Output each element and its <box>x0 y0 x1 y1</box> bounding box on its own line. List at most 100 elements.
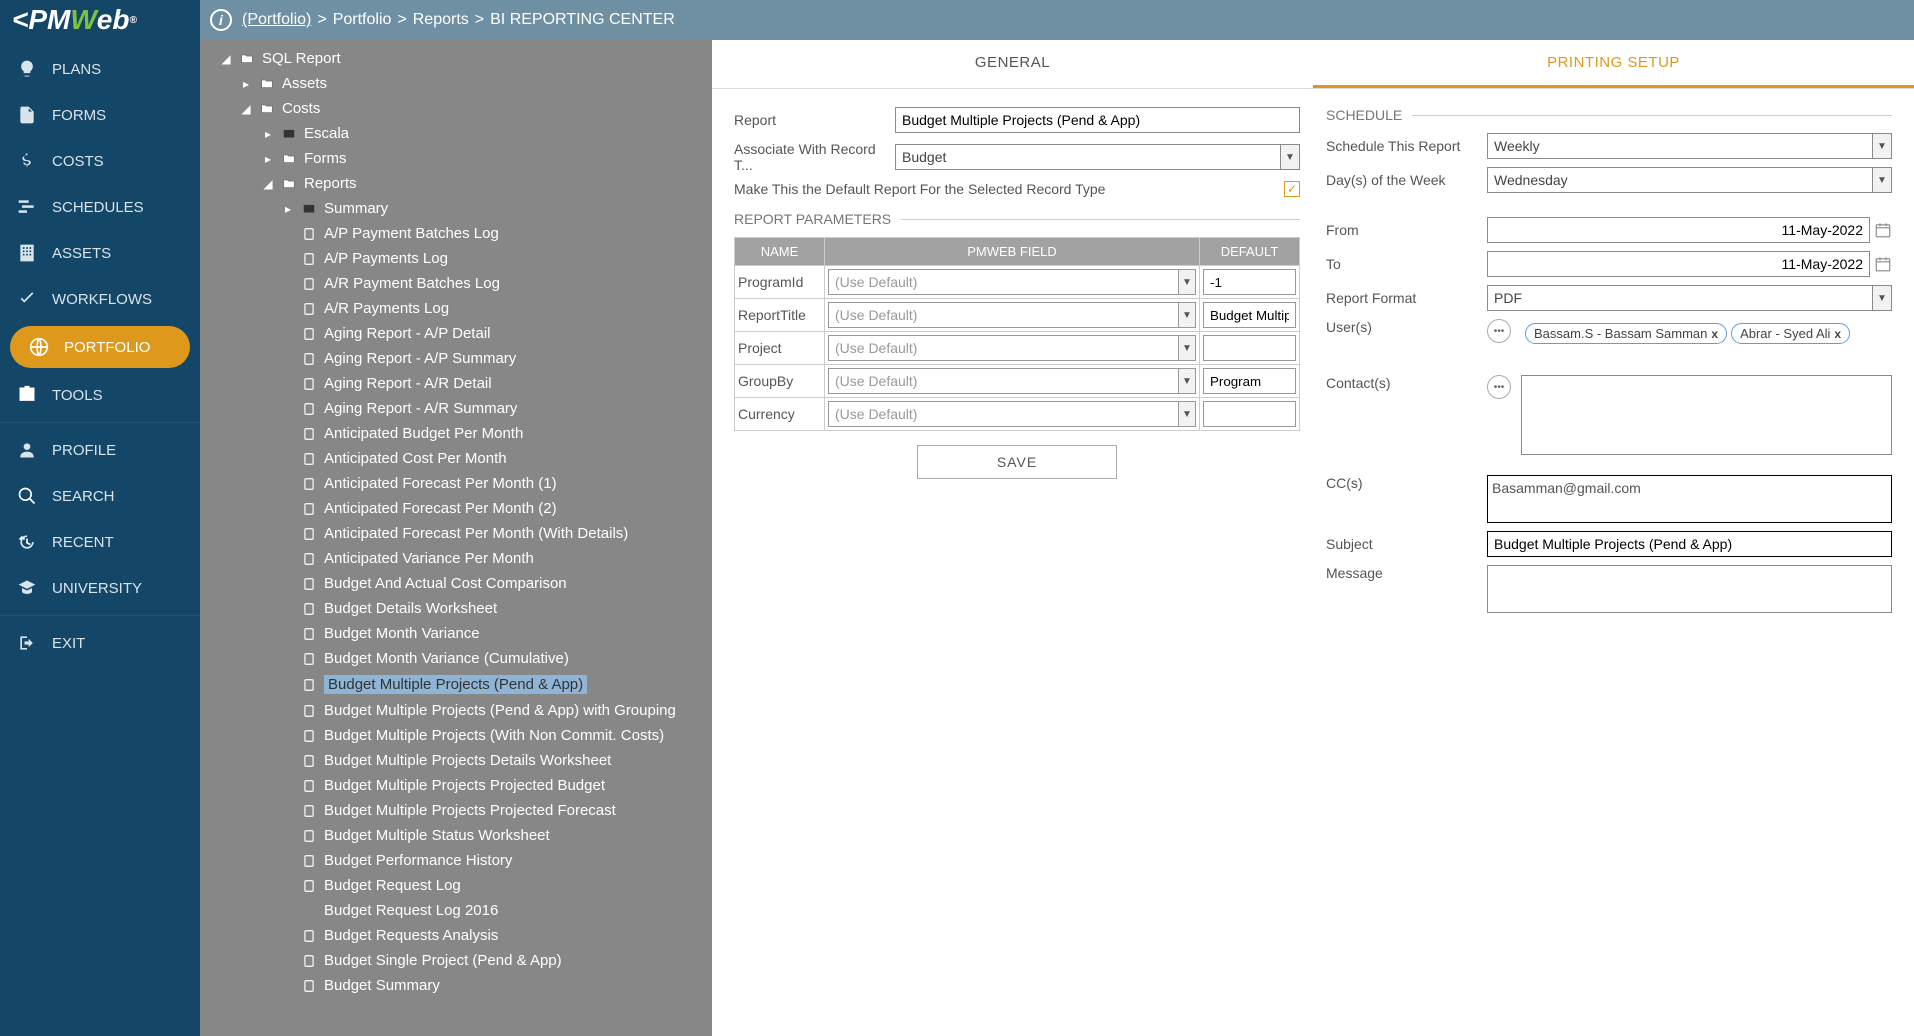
info-icon[interactable]: i <box>210 9 232 31</box>
expand-icon[interactable]: ▸ <box>262 152 274 166</box>
breadcrumb-part[interactable]: Portfolio <box>333 11 392 29</box>
tree-report-item[interactable]: Aging Report - A/P Detail <box>200 321 712 346</box>
collapse-icon[interactable]: ◢ <box>262 177 274 191</box>
history-icon <box>16 531 38 553</box>
tab-printing-setup[interactable]: PRINTING SETUP <box>1313 40 1914 88</box>
param-field-select[interactable]: (Use Default)▼ <box>828 302 1196 328</box>
user-chip: Abrar - Syed Ali x <box>1731 323 1850 344</box>
days-select[interactable]: Wednesday ▼ <box>1487 167 1892 193</box>
users-picker-button[interactable]: ••• <box>1487 319 1511 343</box>
param-default-input[interactable] <box>1203 335 1296 361</box>
tree-node-costs[interactable]: ◢ Costs <box>200 96 712 121</box>
tree-report-item[interactable]: Budget And Actual Cost Comparison <box>200 571 712 596</box>
nav-search[interactable]: SEARCH <box>0 473 200 519</box>
collapse-icon[interactable]: ◢ <box>220 52 232 66</box>
breadcrumb-part[interactable]: Reports <box>413 11 469 29</box>
tree-node-assets[interactable]: ▸ Assets <box>200 71 712 96</box>
tree-report-item[interactable]: Aging Report - A/R Detail <box>200 371 712 396</box>
tree-report-item[interactable]: Anticipated Forecast Per Month (2) <box>200 496 712 521</box>
chip-remove-icon[interactable]: x <box>1711 327 1718 341</box>
tree-report-item[interactable]: A/R Payments Log <box>200 296 712 321</box>
param-field-select[interactable]: (Use Default)▼ <box>828 401 1196 427</box>
expand-icon[interactable]: ▸ <box>240 77 252 91</box>
expand-icon[interactable]: ▸ <box>282 202 294 216</box>
default-checkbox[interactable]: ✓ <box>1284 181 1300 197</box>
collapse-icon[interactable]: ◢ <box>240 102 252 116</box>
param-field-select[interactable]: (Use Default)▼ <box>828 368 1196 394</box>
tree-node-escala[interactable]: ▸ Escala <box>200 121 712 146</box>
tree-report-item[interactable]: Budget Request Log <box>200 873 712 898</box>
param-field-select[interactable]: (Use Default)▼ <box>828 335 1196 361</box>
nav-assets[interactable]: ASSETS <box>0 230 200 276</box>
tree-report-item[interactable]: Budget Multiple Projects Projected Forec… <box>200 798 712 823</box>
contacts-box[interactable] <box>1521 375 1892 455</box>
nav-workflows[interactable]: WORKFLOWS <box>0 276 200 322</box>
tree-report-item[interactable]: Aging Report - A/R Summary <box>200 396 712 421</box>
tree-report-item[interactable]: A/P Payments Log <box>200 246 712 271</box>
expand-icon[interactable]: ▸ <box>262 127 274 141</box>
tree-node-reports[interactable]: ◢ Reports <box>200 171 712 196</box>
nav-profile[interactable]: PROFILE <box>0 427 200 473</box>
report-icon <box>300 402 318 416</box>
associate-select[interactable]: Budget ▼ <box>895 144 1300 170</box>
nav-portfolio[interactable]: PORTFOLIO <box>10 326 190 368</box>
nav-plans[interactable]: PLANS <box>0 46 200 92</box>
schedule-report-select[interactable]: Weekly ▼ <box>1487 133 1892 159</box>
tree-report-item[interactable]: Anticipated Forecast Per Month (1) <box>200 471 712 496</box>
tree-report-item[interactable]: Budget Multiple Projects (With Non Commi… <box>200 723 712 748</box>
tree-panel[interactable]: ◢ SQL Report ▸ Assets ◢ Costs ▸ Escala ▸ <box>200 40 712 1036</box>
tree-report-item[interactable]: Budget Details Worksheet <box>200 596 712 621</box>
tree-node-summary[interactable]: ▸ Summary <box>200 196 712 221</box>
tree-report-item[interactable]: Budget Month Variance <box>200 621 712 646</box>
contacts-picker-button[interactable]: ••• <box>1487 375 1511 399</box>
tree-report-item[interactable]: Budget Multiple Projects (Pend & App) wi… <box>200 698 712 723</box>
subject-input[interactable] <box>1487 531 1892 557</box>
tree-report-item[interactable]: Aging Report - A/P Summary <box>200 346 712 371</box>
report-input[interactable] <box>895 107 1300 133</box>
tree-node-forms[interactable]: ▸ Forms <box>200 146 712 171</box>
nav-label: PLANS <box>52 61 101 78</box>
save-button[interactable]: SAVE <box>917 445 1117 479</box>
tree-report-item[interactable]: Anticipated Cost Per Month <box>200 446 712 471</box>
nav-tools[interactable]: TOOLS <box>0 372 200 418</box>
from-date-input[interactable] <box>1487 217 1870 243</box>
to-date-input[interactable] <box>1487 251 1870 277</box>
param-default-input[interactable] <box>1203 368 1296 394</box>
tree-report-item[interactable]: Anticipated Variance Per Month <box>200 546 712 571</box>
nav-divider <box>0 615 200 616</box>
tree-report-item[interactable]: Budget Multiple Status Worksheet <box>200 823 712 848</box>
tree-report-item[interactable]: Anticipated Forecast Per Month (With Det… <box>200 521 712 546</box>
param-default-input[interactable] <box>1203 269 1296 295</box>
cc-input[interactable]: Basamman@gmail.com <box>1487 475 1892 523</box>
tree-report-item[interactable]: A/P Payment Batches Log <box>200 221 712 246</box>
tree-report-item[interactable]: Budget Request Log 2016 <box>200 898 712 923</box>
nav-forms[interactable]: FORMS <box>0 92 200 138</box>
chip-remove-icon[interactable]: x <box>1834 327 1841 341</box>
tree-report-item[interactable]: Budget Multiple Projects Projected Budge… <box>200 773 712 798</box>
nav-recent[interactable]: RECENT <box>0 519 200 565</box>
tab-general[interactable]: GENERAL <box>712 40 1313 88</box>
message-input[interactable] <box>1487 565 1892 613</box>
tree-report-item[interactable]: Budget Single Project (Pend & App) <box>200 948 712 973</box>
nav-schedules[interactable]: SCHEDULES <box>0 184 200 230</box>
tree-report-item[interactable]: Budget Multiple Projects Details Workshe… <box>200 748 712 773</box>
param-field-select[interactable]: (Use Default)▼ <box>828 269 1196 295</box>
tree-report-item[interactable]: Budget Multiple Projects (Pend & App) <box>200 671 712 698</box>
tree-report-item[interactable]: Budget Month Variance (Cumulative) <box>200 646 712 671</box>
tree-report-item[interactable]: A/R Payment Batches Log <box>200 271 712 296</box>
nav-university[interactable]: UNIVERSITY <box>0 565 200 611</box>
tree-report-item[interactable]: Budget Summary <box>200 973 712 998</box>
nav-exit[interactable]: EXIT <box>0 620 200 666</box>
param-default-input[interactable] <box>1203 302 1296 328</box>
calendar-icon[interactable] <box>1874 221 1892 239</box>
breadcrumb-root[interactable]: (Portfolio) <box>242 11 311 29</box>
tree-root[interactable]: ◢ SQL Report <box>200 46 712 71</box>
calendar-icon[interactable] <box>1874 255 1892 273</box>
nav-costs[interactable]: COSTS <box>0 138 200 184</box>
tree-report-item[interactable]: Anticipated Budget Per Month <box>200 421 712 446</box>
tree-report-item[interactable]: Budget Requests Analysis <box>200 923 712 948</box>
param-default-input[interactable] <box>1203 401 1296 427</box>
format-select[interactable]: PDF ▼ <box>1487 285 1892 311</box>
nav-label: FORMS <box>52 107 106 124</box>
tree-report-item[interactable]: Budget Performance History <box>200 848 712 873</box>
